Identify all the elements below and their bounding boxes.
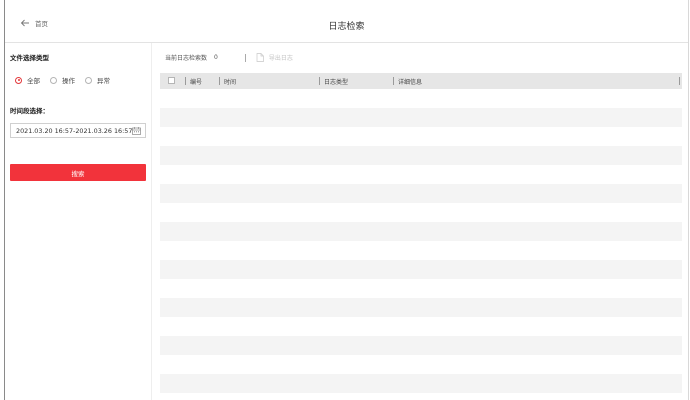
date-range-input[interactable]: 2021.03.20 16:57-2021.03.26 16:57 [10,123,146,138]
table-row [160,127,682,146]
table-row [160,241,682,260]
table-row [160,222,682,241]
table-row [160,165,682,184]
column-header-label: 编号 [190,78,203,86]
column-separator [319,77,320,85]
search-button[interactable]: 搜索 [10,164,146,181]
radio-button[interactable] [15,76,22,84]
file-type-radio-group: 全部 操作 异常 [15,75,120,85]
column-header-label: 详细信息 [398,78,423,86]
column-header-time[interactable]: 时间 [219,73,236,89]
column-separator [185,77,186,85]
column-header-details[interactable]: 详细信息 [393,73,422,89]
table-row [160,203,682,222]
radio-all[interactable]: 全部 [15,75,40,85]
table-row [160,184,682,203]
top-bar: 首页 日志检索 [5,0,688,43]
column-separator [219,77,220,85]
column-separator [679,77,680,85]
window-right-border [688,0,689,400]
radio-operation[interactable]: 操作 [50,75,75,85]
column-header-end [679,73,684,89]
log-count-value: 0 [214,54,218,61]
results-toolbar: 当前日志检索数 0 导出日志 [165,53,293,62]
filter-panel: 文件选择类型 全部 操作 异常 时间段选择： 2021.03.20 16:57-… [5,43,152,400]
select-all-checkbox[interactable] [168,77,175,84]
file-type-title: 文件选择类型 [10,54,49,62]
table-header: 编号 时间 日志类型 详细信息 [160,73,682,89]
radio-button[interactable] [85,76,92,84]
export-log-button[interactable]: 导出日志 [256,53,293,62]
table-body [160,89,682,393]
log-table: 编号 时间 日志类型 详细信息 [160,73,682,393]
table-row [160,336,682,355]
table-row [160,108,682,127]
radio-label: 全部 [27,77,40,85]
column-header-label: 时间 [224,78,237,86]
table-row [160,298,682,317]
toolbar-divider [244,53,246,62]
table-row [160,89,682,108]
calendar-icon[interactable] [132,127,141,135]
table-row [160,374,682,393]
export-file-icon [256,53,264,62]
radio-button[interactable] [50,76,57,84]
time-range-title: 时间段选择： [10,107,49,115]
column-header-log-type[interactable]: 日志类型 [319,73,348,89]
table-row [160,355,682,374]
column-header-label: 日志类型 [324,78,349,86]
column-separator [393,77,394,85]
table-row [160,146,682,165]
radio-label: 操作 [62,77,75,85]
radio-label: 异常 [97,77,110,85]
export-log-label: 导出日志 [268,55,293,62]
table-row [160,317,682,336]
log-count-label: 当前日志检索数 [165,55,208,62]
log-results-panel: 当前日志检索数 0 导出日志 编号 时间 日志类型 详细信息 [151,43,688,400]
date-range-value: 2021.03.20 16:57-2021.03.26 16:57 [16,126,133,135]
radio-exception[interactable]: 异常 [85,75,110,85]
page-title: 日志检索 [328,22,365,32]
table-row [160,279,682,298]
table-row [160,260,682,279]
column-header-id[interactable]: 编号 [185,73,202,89]
